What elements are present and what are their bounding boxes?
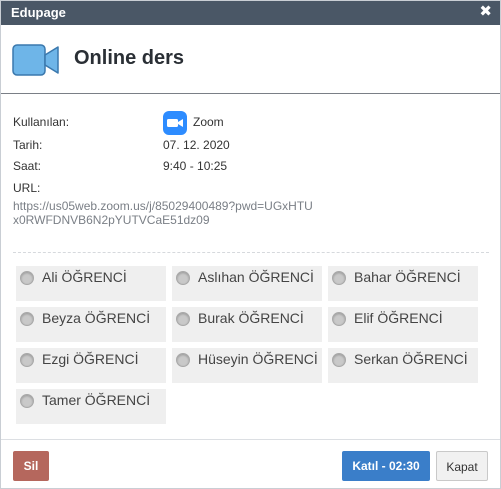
student-name: Serkan ÖĞRENCİ xyxy=(354,351,468,367)
student-item[interactable]: Hüseyin ÖĞRENCİ xyxy=(172,348,322,383)
student-name: Ali ÖĞRENCİ xyxy=(42,269,127,285)
student-name: Hüseyin ÖĞRENCİ xyxy=(198,351,318,367)
student-name: Aslıhan ÖĞRENCİ xyxy=(198,269,314,285)
attendance-radio[interactable] xyxy=(20,271,34,285)
attendance-radio[interactable] xyxy=(332,353,346,367)
page-title: Online ders xyxy=(74,47,185,69)
join-button[interactable]: Katıl - 02:30 xyxy=(342,451,430,481)
student-name: Tamer ÖĞRENCİ xyxy=(42,392,151,408)
student-name: Elif ÖĞRENCİ xyxy=(354,310,443,326)
platform-value: Zoom xyxy=(193,115,224,129)
student-item[interactable]: Ali ÖĞRENCİ xyxy=(16,266,166,301)
attendance-radio[interactable] xyxy=(176,312,190,326)
attendance-radio[interactable] xyxy=(20,353,34,367)
student-item[interactable]: Aslıhan ÖĞRENCİ xyxy=(172,266,322,301)
title-bar: Edupage ✖ xyxy=(1,1,500,25)
platform-label: Kullanılan: xyxy=(13,115,70,129)
student-name: Beyza ÖĞRENCİ xyxy=(42,310,151,326)
student-name: Ezgi ÖĞRENCİ xyxy=(42,351,139,367)
meeting-url-link[interactable]: https://us05web.zoom.us/j/85029400489?pw… xyxy=(13,199,313,227)
time-value: 9:40 - 10:25 xyxy=(163,159,228,173)
student-item[interactable]: Tamer ÖĞRENCİ xyxy=(16,389,166,424)
student-item[interactable]: Beyza ÖĞRENCİ xyxy=(16,307,166,342)
attendance-radio[interactable] xyxy=(332,271,346,285)
zoom-icon xyxy=(163,111,187,135)
attendance-radio[interactable] xyxy=(20,312,34,326)
attendance-radio[interactable] xyxy=(176,271,190,285)
close-button[interactable]: Kapat xyxy=(436,451,488,481)
close-icon[interactable]: ✖ xyxy=(479,3,492,21)
divider xyxy=(13,252,489,253)
delete-button[interactable]: Sil xyxy=(13,451,49,481)
online-lesson-dialog: Edupage ✖ Online ders Kullanılan: Zoom T… xyxy=(0,0,501,489)
date-value: 07. 12. 2020 xyxy=(163,138,230,152)
dialog-header: Online ders xyxy=(1,25,500,94)
dialog-footer xyxy=(1,439,500,440)
student-item[interactable]: Burak ÖĞRENCİ xyxy=(172,307,322,342)
attendance-radio[interactable] xyxy=(332,312,346,326)
student-name: Bahar ÖĞRENCİ xyxy=(354,269,461,285)
student-item[interactable]: Elif ÖĞRENCİ xyxy=(328,307,478,342)
video-camera-icon xyxy=(12,44,59,76)
attendance-radio[interactable] xyxy=(176,353,190,367)
student-item[interactable]: Serkan ÖĞRENCİ xyxy=(328,348,478,383)
student-item[interactable]: Ezgi ÖĞRENCİ xyxy=(16,348,166,383)
date-label: Tarih: xyxy=(13,138,43,152)
window-title: Edupage xyxy=(11,5,66,20)
attendance-radio[interactable] xyxy=(20,394,34,408)
time-label: Saat: xyxy=(13,159,42,173)
url-label: URL: xyxy=(13,181,41,195)
student-item[interactable]: Bahar ÖĞRENCİ xyxy=(328,266,478,301)
student-name: Burak ÖĞRENCİ xyxy=(198,310,304,326)
